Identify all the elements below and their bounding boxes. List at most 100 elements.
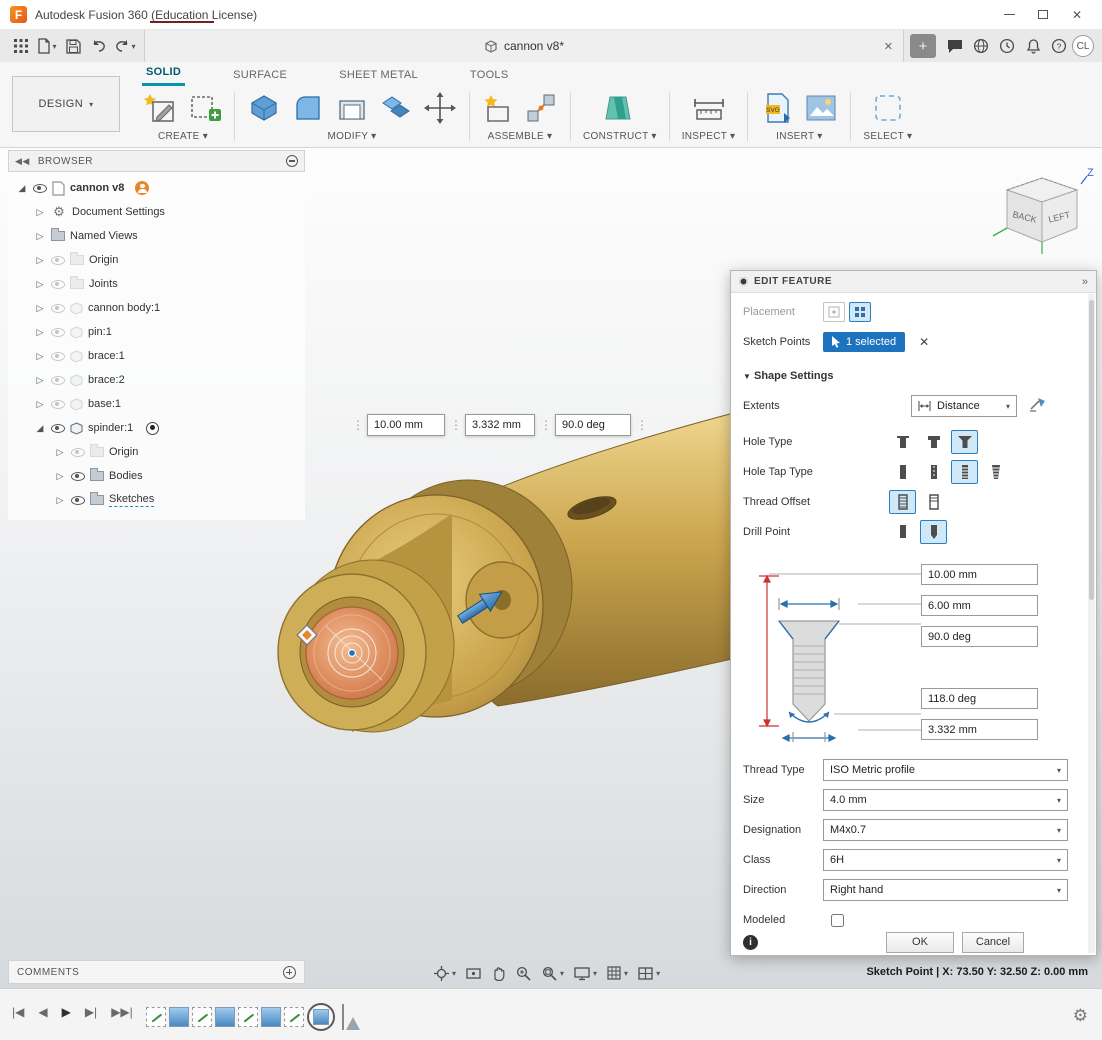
- group-modify-label[interactable]: MODIFY ▾: [328, 131, 377, 142]
- dialog-header[interactable]: EDIT FEATURE »: [731, 271, 1096, 293]
- zoom-button[interactable]: [515, 965, 532, 982]
- group-inspect-label[interactable]: INSPECT ▾: [682, 131, 736, 142]
- expand-icon[interactable]: ▷: [34, 303, 46, 314]
- hole-depth-input[interactable]: [921, 564, 1038, 585]
- canvas-image-icon[interactable]: [804, 93, 838, 126]
- help-icon[interactable]: ?: [1046, 34, 1072, 58]
- angle-dimension-input[interactable]: [555, 414, 631, 436]
- expand-icon[interactable]: ▷: [34, 327, 46, 338]
- size-dropdown[interactable]: 4.0 mm ▾: [823, 789, 1068, 811]
- placement-point-toggle[interactable]: [823, 302, 845, 322]
- joint-icon[interactable]: [524, 91, 558, 128]
- tree-item-origin[interactable]: ▷ Origin: [8, 248, 305, 272]
- diameter-dimension-input[interactable]: [465, 414, 535, 436]
- visibility-eye-icon[interactable]: [51, 328, 65, 337]
- depth-dimension-input[interactable]: [367, 414, 445, 436]
- visibility-eye-icon[interactable]: [51, 280, 65, 289]
- drill-point-angle-input[interactable]: [921, 688, 1038, 709]
- expand-icon[interactable]: ▷: [34, 375, 46, 386]
- thread-type-dropdown[interactable]: ISO Metric profile ▾: [823, 759, 1068, 781]
- go-to-end-button[interactable]: ▶▶|: [111, 1005, 133, 1019]
- visibility-eye-icon[interactable]: [51, 400, 65, 409]
- maximize-button[interactable]: [1028, 4, 1058, 26]
- tree-item-sketches[interactable]: ▷ Sketches: [8, 488, 305, 512]
- add-comment-icon[interactable]: [283, 966, 296, 979]
- go-to-start-button[interactable]: |◀: [12, 1005, 24, 1019]
- expand-icon[interactable]: ▷: [54, 495, 66, 506]
- placement-sketch-toggle[interactable]: [849, 302, 871, 322]
- group-create-label[interactable]: CREATE ▾: [158, 131, 208, 142]
- expand-icon[interactable]: ▷: [34, 279, 46, 290]
- new-tab-button[interactable]: +: [910, 34, 936, 58]
- hide-all-icon[interactable]: [286, 155, 298, 167]
- combine-icon[interactable]: [379, 91, 413, 128]
- activate-component-radio[interactable]: [146, 422, 159, 435]
- toolbar-grip-icon[interactable]: ⋮: [450, 418, 460, 432]
- sketch-points-selection-chip[interactable]: 1 selected: [823, 332, 905, 352]
- tree-item-base[interactable]: ▷ base:1: [8, 392, 305, 416]
- play-button[interactable]: ▶: [62, 1005, 71, 1019]
- expand-icon[interactable]: ◢: [34, 423, 46, 434]
- app-grid-icon[interactable]: [8, 34, 34, 58]
- expand-icon[interactable]: ▷: [34, 207, 46, 218]
- expand-icon[interactable]: ▷: [54, 471, 66, 482]
- collapse-panel-icon[interactable]: ◀◀: [15, 156, 30, 167]
- settings-gear-icon[interactable]: ⚙: [1073, 1006, 1088, 1026]
- toolbar-grip-icon[interactable]: ⋮: [540, 418, 550, 432]
- tree-item-root[interactable]: ◢ cannon v8: [8, 176, 305, 200]
- tab-solid[interactable]: SOLID: [142, 62, 185, 86]
- hole-type-counterbore-toggle[interactable]: [920, 430, 947, 454]
- tree-item-cannon-body[interactable]: ▷ cannon body:1: [8, 296, 305, 320]
- thread-offset-full-toggle[interactable]: [889, 490, 916, 514]
- visibility-eye-icon[interactable]: [71, 448, 85, 457]
- redo-button[interactable]: ▾: [112, 34, 138, 58]
- new-component-icon[interactable]: [482, 91, 514, 128]
- clear-selection-icon[interactable]: ✕: [919, 335, 929, 349]
- modeled-checkbox[interactable]: [831, 914, 844, 927]
- class-dropdown[interactable]: 6H ▾: [823, 849, 1068, 871]
- group-assemble-label[interactable]: ASSEMBLE ▾: [488, 131, 553, 142]
- info-icon[interactable]: i: [743, 935, 758, 950]
- tree-item-joints[interactable]: ▷ Joints: [8, 272, 305, 296]
- countersink-diameter-input[interactable]: [921, 595, 1038, 616]
- drill-point-flat-toggle[interactable]: [889, 520, 916, 544]
- history-clock-icon[interactable]: [994, 34, 1020, 58]
- group-select-label[interactable]: SELECT ▾: [863, 131, 912, 142]
- file-menu-button[interactable]: ▾: [34, 34, 60, 58]
- display-settings-button[interactable]: ▾: [573, 966, 597, 981]
- visibility-eye-icon[interactable]: [51, 304, 65, 313]
- shell-icon[interactable]: [335, 91, 369, 128]
- tree-item-bodies[interactable]: ▷ Bodies: [8, 464, 305, 488]
- expand-icon[interactable]: ◢: [16, 183, 28, 194]
- tree-item-document-settings[interactable]: ▷ ⚙ Document Settings: [8, 200, 305, 224]
- tree-item-brace-2[interactable]: ▷ brace:2: [8, 368, 305, 392]
- look-at-button[interactable]: [465, 966, 482, 981]
- visibility-eye-icon[interactable]: [51, 352, 65, 361]
- tap-type-clearance-toggle[interactable]: [920, 460, 947, 484]
- tree-item-brace-1[interactable]: ▷ brace:1: [8, 344, 305, 368]
- document-tab[interactable]: cannon v8* ✕: [144, 30, 904, 62]
- expand-dialog-icon[interactable]: »: [1082, 276, 1088, 288]
- toolbar-grip-icon[interactable]: ⋮: [352, 418, 362, 432]
- visibility-eye-icon[interactable]: [51, 376, 65, 385]
- group-insert-label[interactable]: INSERT ▾: [776, 131, 823, 142]
- orbit-button[interactable]: ▾: [433, 965, 456, 982]
- document-tab-close-icon[interactable]: ✕: [884, 40, 893, 53]
- designation-dropdown[interactable]: M4x0.7 ▾: [823, 819, 1068, 841]
- fillet-icon[interactable]: [291, 91, 325, 128]
- drill-point-angle-toggle[interactable]: [920, 520, 947, 544]
- timeline-feature-sketch[interactable]: [284, 1007, 304, 1027]
- hole-type-countersink-toggle[interactable]: [951, 430, 978, 454]
- tree-item-named-views[interactable]: ▷ Named Views: [8, 224, 305, 248]
- flip-direction-icon[interactable]: [1029, 397, 1046, 416]
- dialog-scrollbar[interactable]: [1088, 294, 1095, 953]
- shape-settings-section[interactable]: ▼ Shape Settings: [731, 370, 833, 382]
- create-sketch-icon[interactable]: [144, 91, 178, 128]
- minimize-button[interactable]: [994, 4, 1024, 26]
- tap-type-simple-toggle[interactable]: [889, 460, 916, 484]
- job-status-globe-icon[interactable]: [968, 34, 994, 58]
- undo-button[interactable]: [86, 34, 112, 58]
- expand-icon[interactable]: ▷: [34, 231, 46, 242]
- expand-icon[interactable]: ▷: [54, 447, 66, 458]
- tab-tools[interactable]: TOOLS: [466, 65, 513, 86]
